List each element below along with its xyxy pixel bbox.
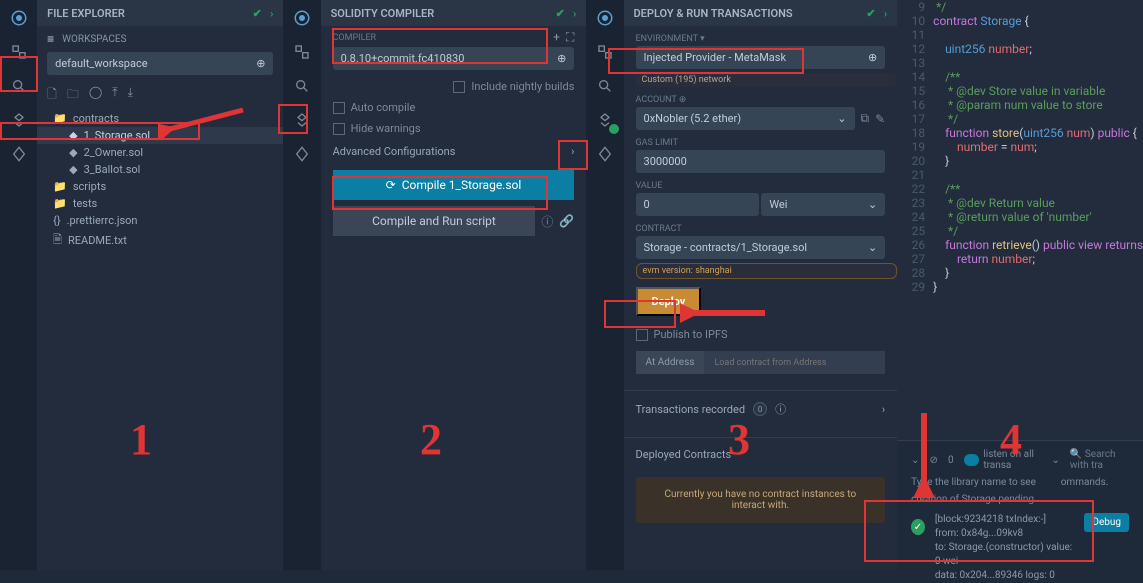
tree-item[interactable]: ◆3_Ballot.sol	[37, 161, 283, 178]
panel-title: DEPLOY & RUN TRANSACTIONS	[634, 7, 793, 20]
tree-item[interactable]: 📁tests	[37, 195, 283, 212]
filter-icon[interactable]: ⌄	[1052, 455, 1060, 466]
code-area[interactable]: 9101112131415161718192021222324252627282…	[897, 0, 1143, 440]
transactions-recorded[interactable]: Transactions recorded0ⓘ›	[624, 391, 898, 427]
hidewarnings-checkbox[interactable]	[333, 123, 345, 135]
tree-item[interactable]: 📁scripts	[37, 178, 283, 195]
json-icon: {}	[53, 214, 60, 227]
search-icon[interactable]	[595, 76, 615, 96]
value-unit-select[interactable]: Wei⌄	[761, 193, 885, 216]
hamburger-icon[interactable]: ≡	[47, 32, 54, 46]
tree-item[interactable]: {}.prettierrc.json	[37, 212, 283, 229]
tree-item[interactable]: ◆2_Owner.sol	[37, 144, 283, 161]
tree-item[interactable]: 🗎README.txt	[37, 229, 283, 252]
workspaces-label: WORKSPACES	[62, 34, 126, 45]
edit-icon[interactable]: ✎	[875, 112, 885, 126]
nightly-checkbox[interactable]	[453, 81, 465, 93]
remix-logo-icon[interactable]	[292, 8, 312, 28]
line-gutter: 9101112131415161718192021222324252627282…	[897, 0, 933, 440]
icon-sidebar-2	[283, 0, 320, 570]
new-file-icon[interactable]: 🗋	[47, 85, 57, 106]
file-explorer-icon[interactable]	[292, 42, 312, 62]
tree-item[interactable]: 📁contracts	[37, 110, 283, 127]
remix-logo-icon[interactable]	[9, 8, 29, 28]
search-icon[interactable]	[292, 76, 312, 96]
account-select[interactable]: 0xNobler (5.2 ether)⌄	[636, 107, 855, 130]
search-icon[interactable]: 🔍	[1070, 449, 1082, 460]
folder-icon: 📁	[53, 197, 67, 210]
evm-badge: evm version: shanghai	[636, 263, 898, 279]
sol-icon: ◆	[69, 146, 77, 159]
code-editor-panel: 9101112131415161718192021222324252627282…	[897, 0, 1143, 570]
panel-status-icons: ✔ ›	[866, 7, 887, 20]
file-explorer-icon[interactable]	[9, 42, 29, 62]
panel-title: SOLIDITY COMPILER	[331, 7, 435, 20]
network-badge: Custom (195) network	[636, 73, 898, 87]
deploy-icon[interactable]	[595, 144, 615, 164]
panel-title: FILE EXPLORER	[47, 7, 125, 20]
compiler-icon[interactable]	[595, 110, 615, 130]
folder-icon: 📁	[53, 180, 67, 193]
deploy-icon[interactable]	[9, 144, 29, 164]
file-toolbar: 🗋 🗀 ◯ ⤒ ⤓	[37, 81, 283, 110]
chevron-icon[interactable]: ⌄	[911, 455, 919, 466]
file-tree: 📁contracts ◆1_Storage.sol ◆2_Owner.sol ◆…	[37, 110, 283, 252]
panel-status-icons: ✔ ›	[253, 7, 274, 20]
search-icon[interactable]	[9, 76, 29, 96]
contract-select[interactable]: Storage - contracts/1_Storage.sol⌄	[636, 236, 886, 259]
compiler-label: COMPILER	[333, 33, 377, 43]
refresh-icon: ⟳	[386, 178, 396, 192]
tx-count: 0	[948, 455, 954, 466]
panel-status-icons: ✔ ›	[556, 7, 577, 20]
autocompile-checkbox[interactable]	[333, 102, 345, 114]
value-input[interactable]: 0	[636, 193, 760, 216]
at-address-input[interactable]	[704, 351, 885, 374]
compiler-version-select[interactable]: 0.8.10+commit.fc410830⊕	[333, 47, 575, 70]
link-icon[interactable]: 🔗	[559, 214, 574, 228]
compile-run-button[interactable]: Compile and Run script	[333, 206, 536, 236]
deploy-icon[interactable]	[292, 144, 312, 164]
compiler-panel: SOLIDITY COMPILER ✔ › COMPILER + ⛶ 0.8.10+c…	[321, 0, 587, 570]
file-explorer-icon[interactable]	[595, 42, 615, 62]
compile-button[interactable]: ⟳Compile 1_Storage.sol	[333, 170, 575, 200]
compiler-icon[interactable]	[9, 110, 29, 130]
deployed-contracts: Deployed Contracts	[624, 438, 898, 471]
listen-toggle[interactable]	[964, 454, 980, 466]
terminal-panel: ⌄ ⊘ 0 listen on all transa ⌄ 🔍 Search wi…	[897, 440, 1143, 570]
environment-select[interactable]: Injected Provider - MetaMask⊕	[636, 46, 886, 69]
gas-limit-input[interactable]: 3000000	[636, 150, 886, 173]
tree-item[interactable]: ◆1_Storage.sol	[37, 127, 283, 144]
icon-sidebar-3	[586, 0, 623, 570]
sol-icon: ◆	[69, 163, 77, 176]
dropdown-icon[interactable]: ▾	[700, 34, 705, 44]
transaction-log[interactable]: [block:9234218 txIndex:-] from: 0x84g...…	[935, 513, 1075, 583]
folder-icon: 📁	[53, 112, 67, 125]
empty-contracts-msg: Currently you have no contract instances…	[636, 477, 886, 523]
deploy-button[interactable]: Deploy	[636, 287, 702, 316]
add-icon[interactable]: +	[553, 30, 560, 45]
code-content[interactable]: */ contract Storage { uint256 number; /*…	[933, 0, 1143, 440]
file-explorer-panel: FILE EXPLORER ✔ › ≡ WORKSPACES default_wor…	[37, 0, 283, 570]
copy-icon[interactable]: ⧉	[861, 111, 870, 126]
publish-ipfs-checkbox[interactable]	[636, 329, 648, 341]
sol-icon: ◆	[69, 129, 77, 142]
debug-button[interactable]: Debug	[1084, 513, 1129, 532]
download-icon[interactable]: ⤓	[128, 85, 133, 106]
at-address-button[interactable]: At Address	[636, 351, 705, 374]
clear-icon[interactable]: ⊘	[930, 455, 938, 466]
deploy-panel: DEPLOY & RUN TRANSACTIONS✔ › ENVIRONMENT…	[624, 0, 898, 570]
expand-icon[interactable]: ⛶	[566, 30, 574, 45]
upload-icon[interactable]: ⤒	[112, 85, 117, 106]
github-icon[interactable]: ◯	[89, 85, 102, 106]
info-icon[interactable]: ⓘ	[541, 213, 553, 230]
icon-sidebar-1	[0, 0, 37, 570]
txt-icon: 🗎	[53, 231, 62, 250]
new-folder-icon[interactable]: 🗀	[67, 85, 79, 106]
compiler-icon[interactable]	[292, 110, 312, 130]
success-icon: ✓	[911, 519, 925, 535]
remix-logo-icon[interactable]	[595, 8, 615, 28]
workspace-select[interactable]: default_workspace⊕	[47, 52, 273, 75]
advanced-config-row[interactable]: Advanced Configurations›	[321, 139, 587, 164]
